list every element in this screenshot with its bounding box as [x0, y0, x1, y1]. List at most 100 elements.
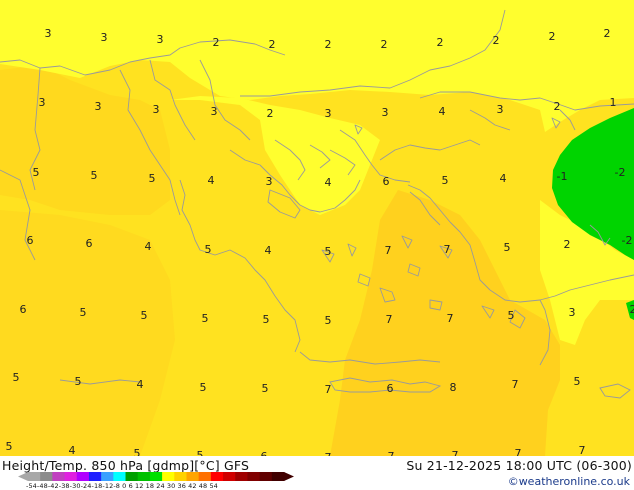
height-label: 5 — [75, 375, 82, 388]
height-label: 6 — [20, 303, 27, 316]
legend-swatch — [210, 472, 224, 481]
legend-swatch — [198, 472, 212, 481]
height-label: 2 — [213, 36, 220, 49]
height-label: 4 — [208, 174, 215, 187]
legend-swatch — [76, 472, 90, 481]
height-label: 7 — [444, 243, 451, 256]
legend-swatch — [40, 472, 53, 481]
height-label: 7 — [447, 312, 454, 325]
height-label: 5 — [141, 309, 148, 322]
height-label: 7 — [579, 444, 586, 456]
height-label: 6 — [86, 237, 93, 250]
height-label: 5 — [442, 174, 449, 187]
height-label: 3 — [569, 306, 576, 319]
height-label: 3 — [39, 96, 46, 109]
legend-swatch — [52, 472, 66, 481]
weather-map: 3 3 3 2 2 2 2 2 2 2 2 3 3 3 3 2 3 3 4 3 2 1 5 5 5 4 3 4 6 5 4 -1 -2 6 6 4 5 4… — [0, 0, 634, 456]
height-label: 3 — [95, 100, 102, 113]
height-label: 7 — [515, 447, 522, 456]
legend-swatch — [186, 472, 200, 481]
height-label: 4 — [265, 244, 272, 257]
legend-right-arrow — [284, 472, 294, 481]
legend-swatch — [149, 472, 163, 481]
legend-swatch — [113, 472, 127, 481]
height-label: 4 — [325, 176, 332, 189]
height-label: 4 — [500, 172, 507, 185]
height-label: 2 — [269, 38, 276, 51]
color-legend: -54-48-42-38-30-24-18-12-8 0 6 12 18 24 … — [18, 472, 294, 490]
height-label: 5 — [91, 169, 98, 182]
legend-swatch — [223, 472, 236, 481]
legend-swatch — [271, 472, 285, 481]
legend-tick-labels: -54-48-42-38-30-24-18-12-8 0 6 12 18 24 … — [26, 482, 218, 490]
height-label: 3 — [45, 27, 52, 40]
legend-swatch — [174, 472, 187, 481]
height-label: 4 — [69, 444, 76, 456]
height-label: 5 — [205, 243, 212, 256]
height-label: 2 — [325, 38, 332, 51]
height-label: 4 — [137, 378, 144, 391]
height-label: 5 — [134, 447, 141, 456]
height-label: 5 — [200, 381, 207, 394]
height-label: 5 — [80, 306, 87, 319]
height-label: 2 — [437, 36, 444, 49]
height-label: 7 — [512, 378, 519, 391]
height-label: 3 — [266, 175, 273, 188]
height-label: 6 — [383, 175, 390, 188]
height-label: 7 — [385, 244, 392, 257]
legend-swatch — [235, 472, 248, 481]
height-label: 7 — [452, 449, 459, 456]
legend-swatch — [101, 472, 114, 481]
legend-color-bar — [18, 472, 294, 481]
height-label: 3 — [325, 107, 332, 120]
legend-swatch — [64, 472, 78, 481]
height-label: 5 — [262, 382, 269, 395]
height-label: 8 — [450, 381, 457, 394]
height-label: 2 — [630, 303, 634, 316]
height-label: -1 — [557, 170, 568, 183]
height-label: 3 — [382, 106, 389, 119]
height-label: 5 — [33, 166, 40, 179]
height-label: 5 — [6, 440, 13, 453]
height-label: -2 — [615, 166, 626, 179]
height-label: 5 — [508, 309, 515, 322]
height-label: 2 — [564, 238, 571, 251]
height-label: 5 — [149, 172, 156, 185]
height-label: 5 — [197, 449, 204, 456]
legend-left-arrow — [18, 472, 28, 481]
height-label: 5 — [263, 313, 270, 326]
height-label: -2 — [622, 234, 633, 247]
legend-swatch — [28, 472, 41, 481]
legend-swatch — [125, 472, 139, 481]
height-label: 4 — [439, 105, 446, 118]
legend-swatch — [88, 472, 102, 481]
height-label: 3 — [153, 103, 160, 116]
height-label: 2 — [381, 38, 388, 51]
legend-swatch — [259, 472, 273, 481]
height-label: 3 — [101, 31, 108, 44]
height-label: 5 — [325, 314, 332, 327]
height-label: 7 — [325, 383, 332, 396]
height-label: 1 — [610, 96, 617, 109]
legend-swatch — [247, 472, 261, 481]
height-label: 5 — [325, 245, 332, 258]
height-label: 5 — [504, 241, 511, 254]
height-label: 6 — [27, 234, 34, 247]
height-label: 2 — [604, 27, 611, 40]
valid-time: Su 21-12-2025 18:00 UTC (06-300) — [406, 458, 632, 473]
height-label: 7 — [386, 313, 393, 326]
height-label: 2 — [493, 34, 500, 47]
legend-swatch — [137, 472, 151, 481]
height-label: 2 — [549, 30, 556, 43]
height-label: 3 — [211, 105, 218, 118]
legend-swatch — [162, 472, 175, 481]
map-footer: Height/Temp. 850 hPa [gdmp][°C] GFS Su 2… — [0, 456, 634, 490]
height-label: 2 — [267, 107, 274, 120]
height-label: 6 — [387, 382, 394, 395]
height-label: 3 — [497, 103, 504, 116]
height-label: 5 — [202, 312, 209, 325]
height-label: 2 — [554, 100, 561, 113]
credit-link[interactable]: ©weatheronline.co.uk — [508, 475, 630, 488]
map-title: Height/Temp. 850 hPa [gdmp][°C] GFS — [2, 458, 250, 473]
height-label: 5 — [13, 371, 20, 384]
